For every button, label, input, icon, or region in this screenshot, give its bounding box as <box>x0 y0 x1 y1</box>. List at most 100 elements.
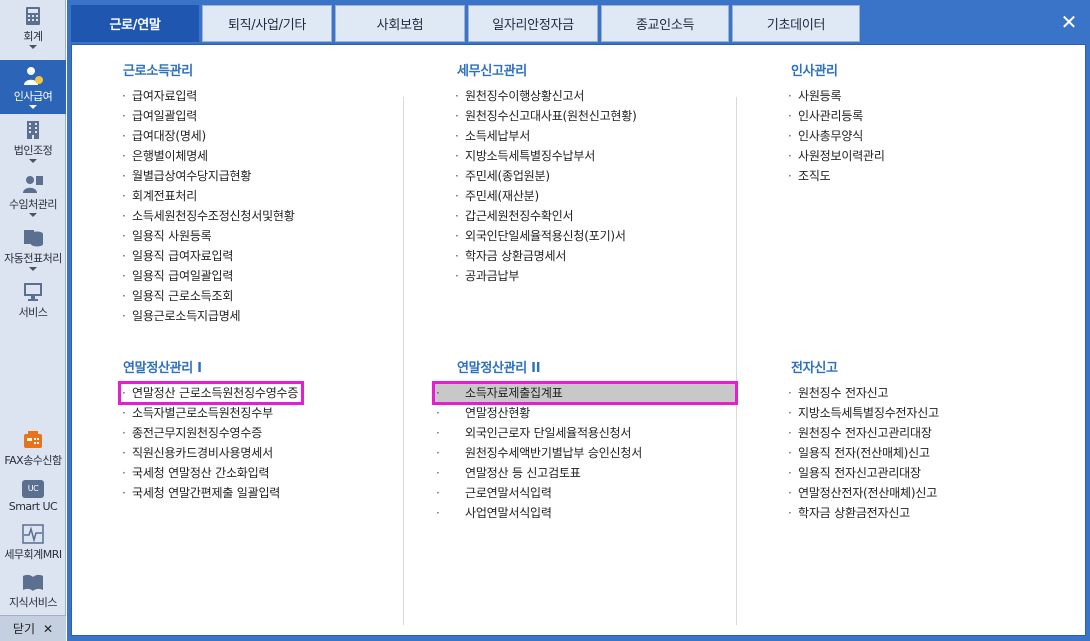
menu-item[interactable]: 주민세(종업원분) <box>453 166 637 186</box>
section-title: 전자신고 <box>791 361 838 376</box>
section-title: 세무신고관리 <box>457 64 527 79</box>
menu-item[interactable]: 일용근로소득지급명세 <box>120 306 295 326</box>
tab-basic-data[interactable]: 기초데이터 <box>732 5 860 42</box>
chevron-down-icon <box>29 105 37 109</box>
menu-item[interactable]: 일용직 사원등록 <box>120 226 295 246</box>
menu-item-hovered[interactable]: 소득자료제출집계표 <box>432 381 738 405</box>
column-divider <box>403 97 404 625</box>
close-icon[interactable]: ✕ <box>1058 11 1080 33</box>
chevron-down-icon <box>29 213 37 217</box>
menu-item[interactable]: 주민세(재산분) <box>453 186 637 206</box>
menu-item[interactable]: 소득세원천징수조정신청서및현황 <box>120 206 295 226</box>
column-divider <box>736 97 737 625</box>
menu-item[interactable]: 학자금 상환금명세서 <box>453 246 637 266</box>
menu-item[interactable]: 연말정산 등 신고검토표 <box>434 463 736 483</box>
sidebar-item-accounting[interactable]: 회계 <box>0 6 66 58</box>
sidebar-item-knowledge[interactable]: 지식서비스 <box>0 572 66 612</box>
menu-item[interactable]: 소득자별근로소득원천징수부 <box>120 403 302 423</box>
section-title: 근로소득관리 <box>123 64 193 79</box>
menu-item[interactable]: 지방소득세특별징수전자신고 <box>786 403 939 423</box>
menu-item-selected[interactable]: 연말정산 근로소득원천징수영수증 <box>117 381 305 405</box>
menu-item[interactable]: 일용직 급여자료입력 <box>120 246 295 266</box>
menu-item[interactable]: 직원신용카드경비사용명세서 <box>120 443 302 463</box>
menu-item[interactable]: 급여일괄입력 <box>120 106 295 126</box>
menu-item[interactable]: 조직도 <box>786 166 885 186</box>
main-menu-window: 근로/연말 퇴직/사업/기타 사회보험 일자리안정자금 종교인소득 기초데이터 … <box>67 0 1090 641</box>
menu-item[interactable]: 은행별이체명세 <box>120 146 295 166</box>
menu-item[interactable]: 원천징수이행상황신고서 <box>453 86 637 106</box>
menu-item[interactable]: 일용직 전자(전산매체)신고 <box>786 443 939 463</box>
sidebar-item-label: 자동전표처리 <box>4 252 62 265</box>
menu-item[interactable]: 사업연말서식입력 <box>434 503 736 523</box>
menu-item[interactable]: 인사관리등록 <box>786 106 885 126</box>
menu-item[interactable]: 원천징수 전자신고관리대장 <box>786 423 939 443</box>
menu-item[interactable]: 원천징수세액반기별납부 승인신청서 <box>434 443 736 463</box>
menu-item[interactable]: 회계전표처리 <box>120 186 295 206</box>
menu-item[interactable]: 일용직 급여일괄입력 <box>120 266 295 286</box>
tab-social-insurance[interactable]: 사회보험 <box>335 5 465 42</box>
menu-item[interactable]: 공과금납부 <box>453 266 637 286</box>
fax-icon <box>24 431 42 448</box>
menu-item[interactable]: 외국인단일세율적용신청(포기)서 <box>453 226 637 246</box>
menu-item[interactable]: 학자금 상환금전자신고 <box>786 503 939 523</box>
menu-item[interactable]: 종전근무지원천징수영수증 <box>120 423 302 443</box>
menu-item[interactable]: 일용직 근로소득조회 <box>120 286 295 306</box>
close-button[interactable]: 닫기 ✕ <box>0 615 66 641</box>
menu-item[interactable]: 인사총무양식 <box>786 126 885 146</box>
menu-item[interactable]: 소득세납부서 <box>453 126 637 146</box>
close-label: 닫기 <box>12 622 36 636</box>
chevron-down-icon <box>29 267 37 271</box>
menu-item[interactable]: 급여대장(명세) <box>120 126 295 146</box>
menu-list-year-end-2: 소득자료제출집계표 연말정산현황 외국인근로자 단일세율적용신청서 원천징수세액… <box>432 381 738 523</box>
sidebar-item-label: 지식서비스 <box>8 596 58 609</box>
monitor-icon <box>24 283 42 301</box>
sidebar-item-fax[interactable]: FAX송수신함 <box>0 430 66 470</box>
menu-item[interactable]: 원천징수신고대사표(원천신고현황) <box>453 106 637 126</box>
menu-item[interactable]: 연말정산전자(전산매체)신고 <box>786 483 939 503</box>
section-title: 연말정산관리 I <box>123 361 202 376</box>
people-icon <box>23 176 43 193</box>
menu-list-tax-report: 원천징수이행상황신고서 원천징수신고대사표(원천신고현황) 소득세납부서 지방소… <box>453 86 637 286</box>
menu-item[interactable]: 일용직 전자신고관리대장 <box>786 463 939 483</box>
sidebar-item-corporate-adjust[interactable]: 법인조정 <box>0 120 66 172</box>
tab-bar: 근로/연말 퇴직/사업/기타 사회보험 일자리안정자금 종교인소득 기초데이터 … <box>67 0 1090 44</box>
tab-retirement-business[interactable]: 퇴직/사업/기타 <box>202 5 332 42</box>
sidebar-item-payroll[interactable]: 인사급여 <box>0 60 66 114</box>
sidebar-item-auto-voucher[interactable]: 자동전표처리 <box>0 228 66 280</box>
menu-item[interactable]: 갑근세원천징수확인서 <box>453 206 637 226</box>
menu-item[interactable]: 사원등록 <box>786 86 885 106</box>
menu-item[interactable]: 외국인근로자 단일세율적용신청서 <box>434 423 736 443</box>
menu-item[interactable]: 사원정보이력관리 <box>786 146 885 166</box>
sidebar-item-label: 회계 <box>23 30 43 43</box>
sidebar-item-service[interactable]: 서비스 <box>0 282 66 328</box>
database-icon <box>24 230 43 247</box>
menu-list-year-end-1: 연말정산 근로소득원천징수영수증 소득자별근로소득원천징수부 종전근무지원천징수… <box>117 381 305 503</box>
sidebar-item-label: 서비스 <box>18 306 48 319</box>
uc-icon: UC <box>22 480 44 498</box>
menu-panel: 근로소득관리 급여자료입력 급여일괄입력 급여대장(명세) 은행별이체명세 월별… <box>71 44 1086 636</box>
menu-item[interactable]: 근로연말서식입력 <box>434 483 736 503</box>
menu-item[interactable]: 급여자료입력 <box>120 86 295 106</box>
menu-item[interactable]: 국세청 연말간편제출 일괄입력 <box>120 483 302 503</box>
chevron-down-icon <box>29 159 37 163</box>
tab-religious-income[interactable]: 종교인소득 <box>601 5 729 42</box>
book-icon <box>23 574 43 591</box>
menu-item[interactable]: 연말정산현황 <box>434 403 736 423</box>
tab-earned-income[interactable]: 근로/연말 <box>71 5 199 42</box>
sidebar-item-label: Smart UC <box>8 500 58 513</box>
sidebar-item-label: 인사급여 <box>13 90 53 103</box>
sidebar-item-label: FAX송수신함 <box>4 454 62 467</box>
sidebar-item-smart-uc[interactable]: UC Smart UC <box>0 480 66 520</box>
menu-item[interactable]: 월별급상여수당지급현황 <box>120 166 295 186</box>
menu-list-e-filing: 원천징수 전자신고 지방소득세특별징수전자신고 원천징수 전자신고관리대장 일용… <box>786 383 939 523</box>
menu-item[interactable]: 국세청 연말정산 간소화입력 <box>120 463 302 483</box>
menu-list-earned-income: 급여자료입력 급여일괄입력 급여대장(명세) 은행별이체명세 월별급상여수당지급… <box>120 86 295 326</box>
menu-item[interactable]: 지방소득세특별징수납부서 <box>453 146 637 166</box>
sidebar-item-client-management[interactable]: 수임처관리 <box>0 174 66 226</box>
building-icon <box>27 121 39 139</box>
sidebar-item-tax-mri[interactable]: 세무회계MRI <box>0 524 66 564</box>
menu-item[interactable]: 원천징수 전자신고 <box>786 383 939 403</box>
menu-list-hr: 사원등록 인사관리등록 인사총무양식 사원정보이력관리 조직도 <box>786 86 885 186</box>
tab-job-stabilization[interactable]: 일자리안정자금 <box>468 5 598 42</box>
sidebar-item-label: 법인조정 <box>13 144 53 157</box>
